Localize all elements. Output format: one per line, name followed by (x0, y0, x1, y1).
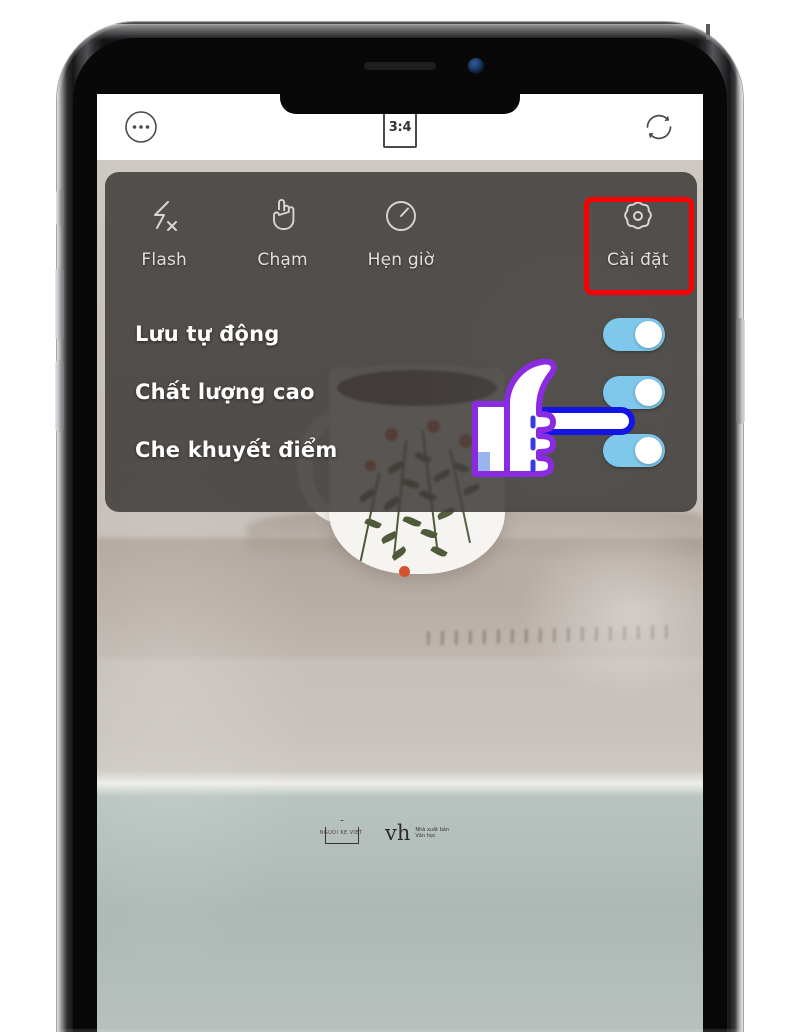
phone-screen: 3:4 Flash Chạm Hẹn giờ Cài đặt Lưu tự độ… (73, 38, 727, 1032)
toggle-blemish[interactable] (603, 433, 665, 467)
more-options-button[interactable] (119, 105, 163, 149)
setting-label-high-quality: Chất lượng cao (135, 380, 315, 404)
mode-button-flash[interactable]: Flash (105, 194, 223, 270)
mode-label-touch: Chạm (257, 250, 308, 270)
toggle-knob (635, 320, 662, 348)
timer-icon (379, 194, 423, 238)
toggle-knob (635, 436, 662, 464)
mode-label-settings: Cài đặt (606, 250, 669, 270)
toggle-high-quality[interactable] (603, 375, 665, 409)
mode-button-hidden[interactable] (460, 194, 578, 250)
camera-viewfinder[interactable]: NGUOI KE VIET vh Nhà xuất bản Văn học (97, 160, 703, 1032)
volume-down-button[interactable] (55, 360, 64, 432)
setting-label-blemish: Che khuyết điểm (135, 438, 338, 462)
camera-settings-panel: Flash Chạm Hẹn giờ Cài đặt Lưu tự động C… (105, 172, 697, 512)
aspect-ratio-label: 3:4 (388, 119, 412, 135)
gear-icon (616, 194, 660, 238)
camera-mode-row: Flash Chạm Hẹn giờ Cài đặt (105, 194, 697, 294)
mode-button-timer[interactable]: Hẹn giờ (342, 194, 460, 270)
mode-label-flash: Flash (141, 250, 187, 270)
camera-app-screen: 3:4 Flash Chạm Hẹn giờ Cài đặt Lưu tự độ… (97, 94, 703, 1032)
mode-label-timer: Hẹn giờ (367, 250, 435, 270)
touch-hand-icon (261, 194, 305, 238)
setting-row-blemish[interactable]: Che khuyết điểm (105, 428, 697, 472)
front-camera-lens (468, 58, 484, 74)
power-button[interactable] (736, 318, 745, 424)
setting-row-auto-save[interactable]: Lưu tự động (105, 312, 697, 356)
hidden-mode-icon (497, 194, 541, 238)
screen-notch-cutout (280, 94, 520, 114)
setting-row-high-quality[interactable]: Chất lượng cao (105, 370, 697, 414)
more-options-icon (125, 111, 157, 143)
mode-button-settings[interactable]: Cài đặt (579, 194, 697, 270)
toggle-knob (635, 378, 662, 406)
flash-off-icon (142, 194, 186, 238)
mode-button-touch[interactable]: Chạm (223, 194, 341, 270)
volume-up-button[interactable] (55, 268, 64, 340)
toggle-auto-save[interactable] (603, 317, 665, 351)
flip-camera-icon (646, 114, 672, 140)
mute-switch-button[interactable] (56, 190, 64, 226)
notch-hardware-area (73, 38, 727, 100)
earpiece-speaker (364, 62, 436, 70)
flip-camera-button[interactable] (637, 105, 681, 149)
setting-label-auto-save: Lưu tự động (135, 322, 280, 346)
